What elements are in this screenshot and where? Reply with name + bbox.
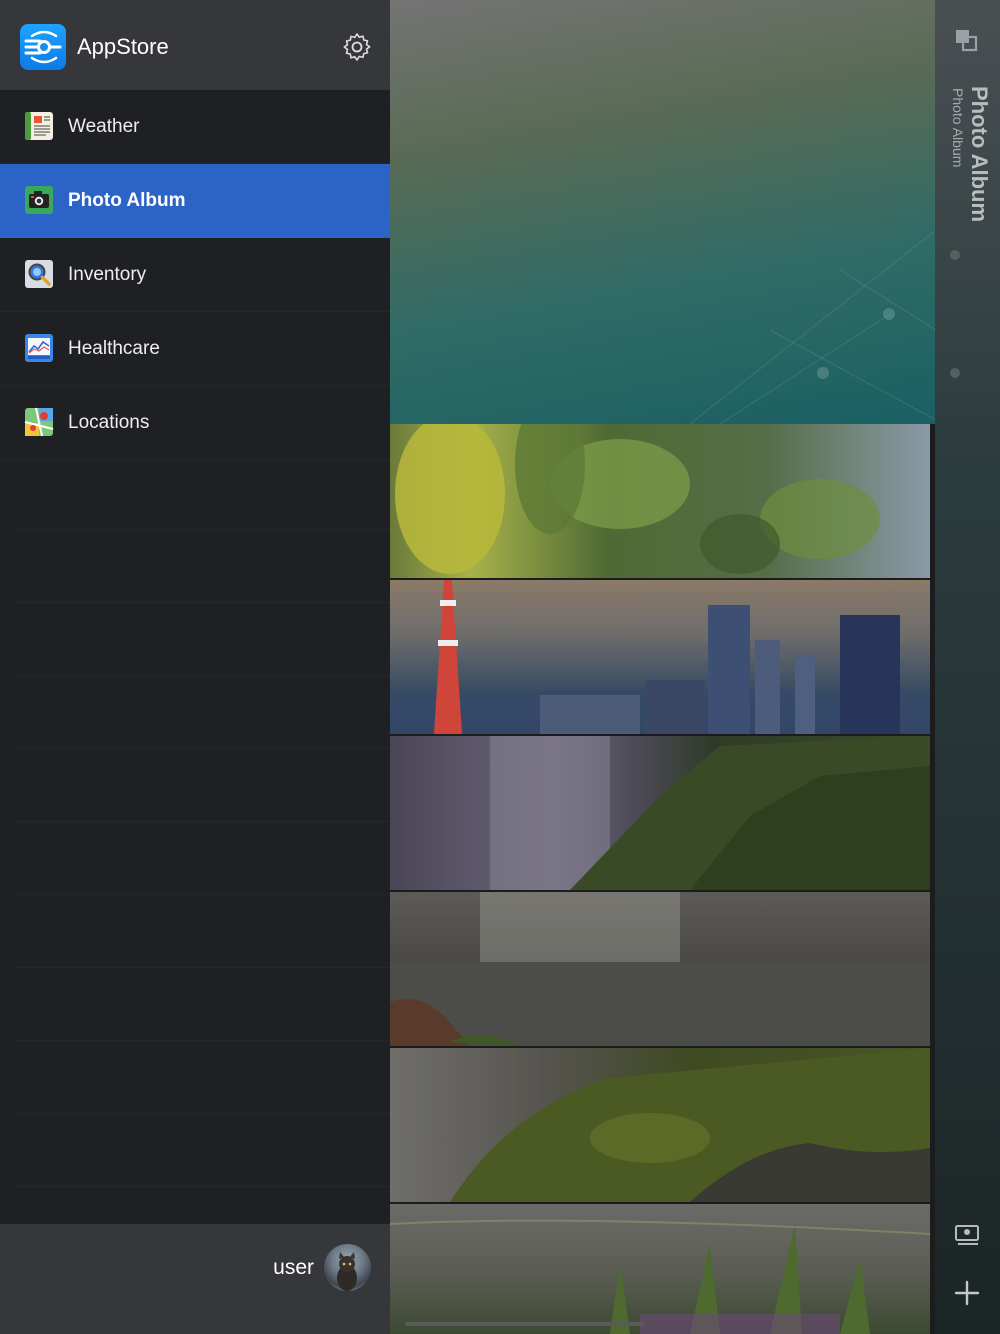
divider bbox=[15, 967, 390, 968]
rail-title: Photo Album bbox=[967, 86, 992, 223]
photo-leaves[interactable] bbox=[390, 424, 930, 578]
rail-subtitle: Photo Album bbox=[950, 88, 966, 168]
divider bbox=[15, 1186, 390, 1187]
camera-icon bbox=[24, 185, 54, 215]
scroll-indicator[interactable] bbox=[405, 1322, 645, 1326]
sidebar-nav: Weather Photo Album Inventory Healthcare… bbox=[0, 90, 390, 460]
sidebar-item-weather[interactable]: Weather bbox=[0, 90, 390, 164]
add-icon[interactable] bbox=[954, 1280, 980, 1306]
divider bbox=[15, 529, 390, 530]
photo-mossy-rock[interactable] bbox=[390, 1048, 930, 1202]
app-title: AppStore bbox=[77, 34, 169, 59]
photo-gallery bbox=[390, 0, 936, 1334]
sidebar-item-inventory[interactable]: Inventory bbox=[0, 238, 390, 312]
photo-plants[interactable] bbox=[390, 1204, 930, 1334]
avatar[interactable] bbox=[324, 1244, 371, 1291]
sidebar-footer: user bbox=[0, 1224, 390, 1334]
map-icon bbox=[24, 407, 54, 437]
sidebar-item-label: Healthcare bbox=[68, 338, 160, 359]
magnifier-icon bbox=[24, 259, 54, 289]
photo-city[interactable] bbox=[390, 580, 930, 734]
photo-waterfall-cliff[interactable] bbox=[390, 736, 930, 890]
sidebar-item-label: Locations bbox=[68, 412, 150, 433]
divider bbox=[15, 1113, 390, 1114]
divider bbox=[15, 1040, 390, 1041]
sidebar-item-label: Photo Album bbox=[68, 190, 186, 211]
sidebar-item-label: Inventory bbox=[68, 264, 147, 285]
app-logo-icon bbox=[20, 24, 66, 70]
copy-icon[interactable] bbox=[954, 28, 980, 54]
decorative-dot bbox=[950, 250, 960, 260]
card-icon[interactable] bbox=[954, 1224, 982, 1248]
sidebar-header: AppStore bbox=[0, 0, 390, 90]
sidebar-item-label: Weather bbox=[68, 116, 140, 137]
divider bbox=[15, 675, 390, 676]
sidebar-item-photo-album[interactable]: Photo Album bbox=[0, 164, 390, 238]
hero-photo[interactable] bbox=[390, 0, 936, 424]
divider bbox=[15, 821, 390, 822]
sidebar-item-healthcare[interactable]: Healthcare bbox=[0, 312, 390, 386]
sidebar: AppStore Weather Photo Album Inventory H… bbox=[0, 0, 390, 1334]
settings-gear-icon[interactable] bbox=[341, 31, 373, 63]
newspaper-icon bbox=[24, 111, 54, 141]
divider bbox=[15, 602, 390, 603]
user-name: user bbox=[273, 1256, 314, 1279]
chart-icon bbox=[24, 333, 54, 363]
divider bbox=[15, 748, 390, 749]
photo-waterfall-pool[interactable] bbox=[390, 892, 930, 1046]
divider bbox=[15, 894, 390, 895]
decorative-dot bbox=[950, 368, 960, 378]
sidebar-item-locations[interactable]: Locations bbox=[0, 386, 390, 460]
